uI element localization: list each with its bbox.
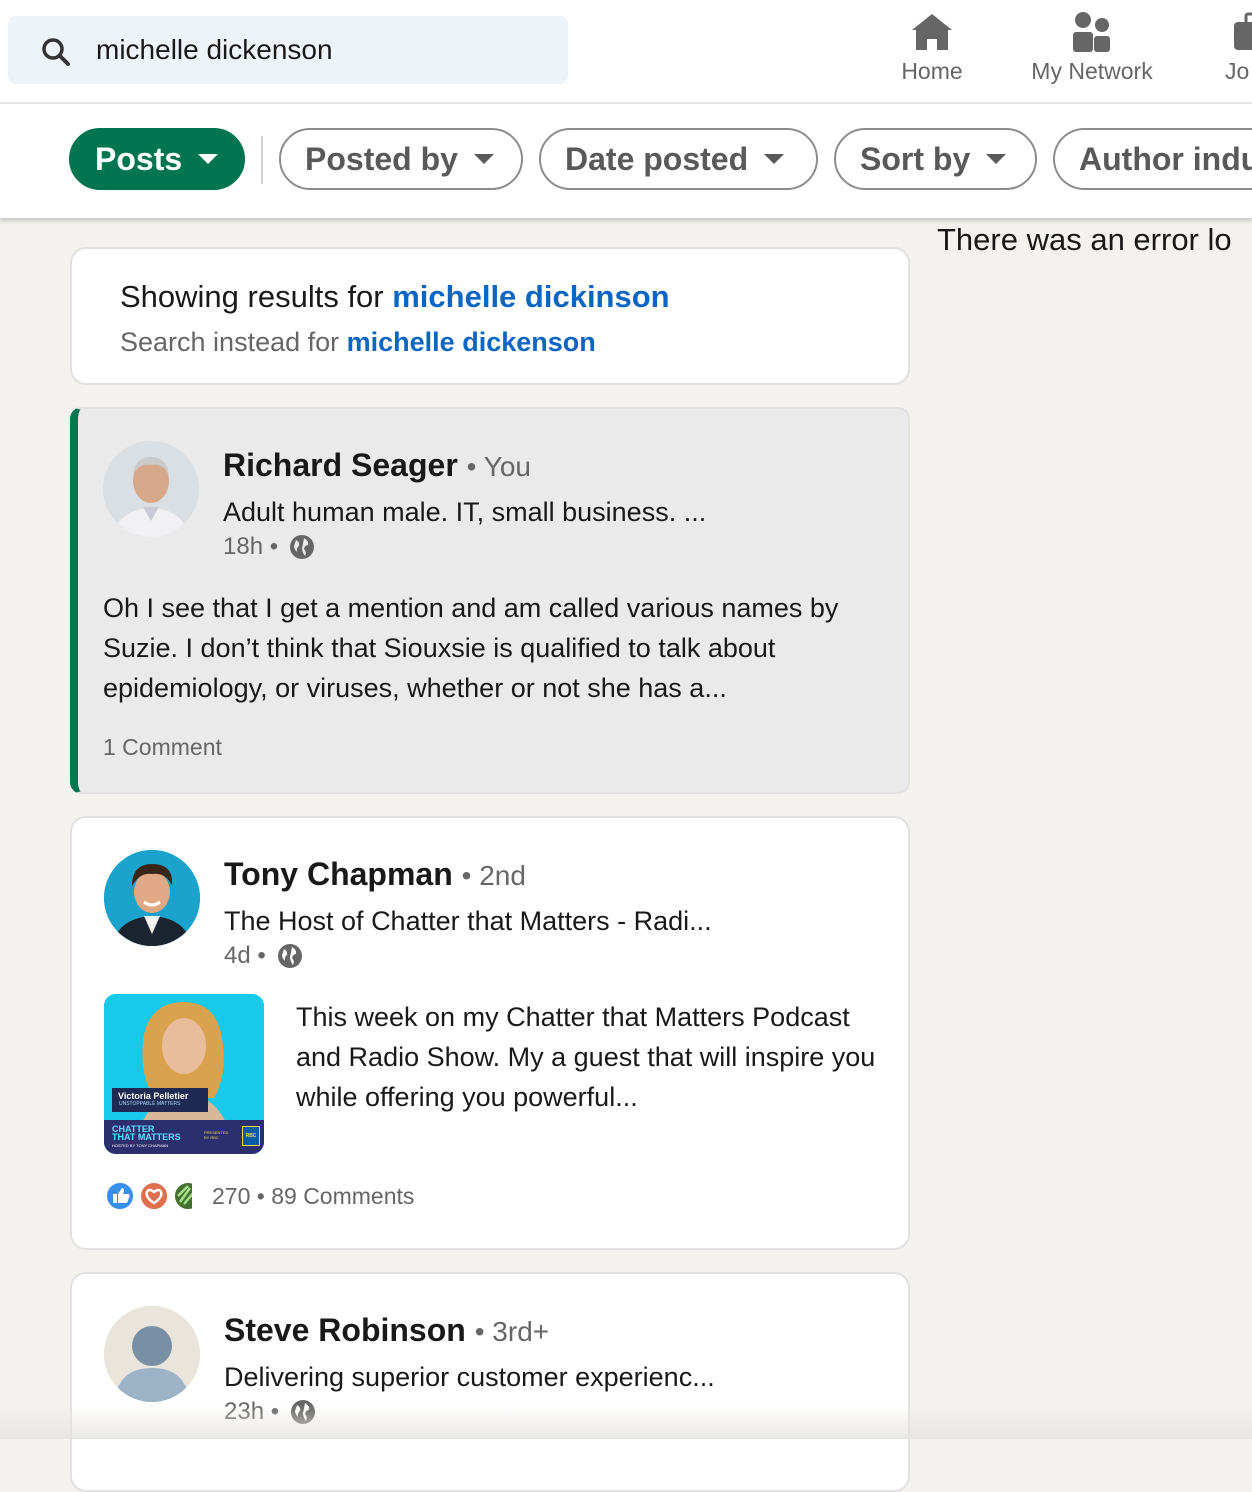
post-card[interactable]: Tony Chapman • 2nd The Host of Chatter t… xyxy=(70,816,910,1250)
degree-label: 2nd xyxy=(479,860,526,891)
post-thumbnail[interactable]: Victoria Pelletier UNSTOPPABLE MATTERS C… xyxy=(104,994,264,1154)
like-reaction-icon xyxy=(105,1181,135,1211)
globe-icon xyxy=(291,1400,316,1424)
home-icon xyxy=(912,14,952,50)
search-instead-line: Search instead for michelle dickenson xyxy=(120,327,596,358)
filter-author-industry-label: Author indu xyxy=(1079,140,1252,177)
network-icon xyxy=(1073,12,1110,52)
filter-date-posted-label: Date posted xyxy=(565,140,749,177)
reaction-icons xyxy=(105,1181,192,1211)
avatar[interactable] xyxy=(104,1306,200,1402)
show-banner: CHATTER THAT MATTERS HOSTED BY TONY CHAP… xyxy=(104,1120,264,1154)
caret-down-icon xyxy=(764,154,785,164)
connection-degree: • You xyxy=(466,451,531,482)
author-headline: Delivering superior customer experienc..… xyxy=(224,1362,715,1392)
caret-down-icon xyxy=(986,154,1007,164)
post-author[interactable]: Richard Seager • You xyxy=(223,447,531,484)
filter-posts-label: Posts xyxy=(95,140,183,177)
presented-by: PRESENTED BY RBC xyxy=(204,1130,228,1140)
post-meta: 18h • xyxy=(223,533,316,561)
filter-sort-by[interactable]: Sort by xyxy=(834,128,1037,190)
celebrate-reaction-icon xyxy=(173,1181,192,1211)
sponsor-logo: RBC xyxy=(242,1126,260,1146)
post-time: 18h xyxy=(223,533,264,560)
filter-author-industry[interactable]: Author indu xyxy=(1053,128,1252,190)
caret-down-icon xyxy=(473,154,494,164)
filter-posted-by-label: Posted by xyxy=(305,140,458,177)
post-meta: 4d • xyxy=(224,942,304,970)
author-name[interactable]: Tony Chapman xyxy=(224,856,453,892)
author-name[interactable]: Steve Robinson xyxy=(224,1312,466,1348)
post-card[interactable]: Steve Robinson • 3rd+ Delivering superio… xyxy=(70,1272,910,1492)
degree-label: 3rd+ xyxy=(492,1316,550,1347)
post-text[interactable]: Oh I see that I get a mention and am cal… xyxy=(103,588,893,708)
caret-down-icon xyxy=(198,154,219,164)
connection-degree: • 2nd xyxy=(461,860,526,891)
search-bar[interactable] xyxy=(8,16,568,84)
filter-posted-by[interactable]: Posted by xyxy=(279,128,523,190)
top-nav: Home My Network Jo xyxy=(0,0,1252,104)
search-instead-prefix: Search instead for xyxy=(120,327,347,357)
social-counts[interactable]: 270 • 89 Comments xyxy=(104,1180,414,1212)
default-avatar-icon xyxy=(104,1306,200,1402)
author-headline: The Host of Chatter that Matters - Radi.… xyxy=(224,906,712,936)
nav-my-network[interactable]: My Network xyxy=(1022,8,1162,94)
search-icon xyxy=(42,38,70,66)
post-comments-count[interactable]: 1 Comment xyxy=(103,734,222,761)
show-title-line2: THAT MATTERS xyxy=(112,1132,181,1142)
nav-jobs[interactable]: Jo xyxy=(1222,8,1252,94)
post-card[interactable]: Richard Seager • You Adult human male. I… xyxy=(70,407,910,794)
reactions-count[interactable]: 270 xyxy=(212,1183,250,1210)
filter-sort-by-label: Sort by xyxy=(860,140,971,177)
original-query-link[interactable]: michelle dickenson xyxy=(347,327,596,357)
author-headline: Adult human male. IT, small business. ..… xyxy=(223,497,707,527)
filter-posts[interactable]: Posts xyxy=(69,128,245,190)
filter-date-posted[interactable]: Date posted xyxy=(539,128,818,190)
avatar[interactable] xyxy=(103,441,199,537)
author-name[interactable]: Richard Seager xyxy=(223,447,458,483)
guest-name-plate: Victoria Pelletier UNSTOPPABLE MATTERS xyxy=(112,1088,208,1112)
post-meta: 23h • xyxy=(224,1398,317,1426)
search-filter-bar: Posts Posted by Date posted Sort by Auth… xyxy=(0,104,1252,218)
guest-tagline: UNSTOPPABLE MATTERS xyxy=(119,1101,181,1107)
nav-jobs-label: Jo xyxy=(1225,58,1250,84)
search-input[interactable] xyxy=(96,30,536,70)
post-author[interactable]: Steve Robinson • 3rd+ xyxy=(224,1312,549,1349)
briefcase-icon xyxy=(1234,12,1252,50)
show-host: HOSTED BY TONY CHAPMAN xyxy=(112,1143,169,1148)
connection-degree: • 3rd+ xyxy=(474,1316,550,1347)
profile-photo xyxy=(103,441,199,537)
love-reaction-icon xyxy=(139,1181,169,1211)
show-title: CHATTER THAT MATTERS xyxy=(112,1125,181,1142)
post-text[interactable]: This week on my Chatter that Matters Pod… xyxy=(296,997,896,1117)
degree-label: You xyxy=(483,451,531,482)
filter-divider xyxy=(261,136,263,184)
profile-photo xyxy=(104,850,200,946)
spelling-correction-card: Showing results for michelle dickinson S… xyxy=(70,247,910,385)
nav-home-label: Home xyxy=(901,58,963,84)
comments-count[interactable]: 89 Comments xyxy=(271,1183,414,1210)
rail-error-message: There was an error lo xyxy=(937,222,1232,257)
showing-results-line: Showing results for michelle dickinson xyxy=(120,279,670,315)
showing-results-prefix: Showing results for xyxy=(120,279,393,314)
nav-home[interactable]: Home xyxy=(890,8,974,94)
post-time: 4d xyxy=(224,942,251,969)
globe-icon xyxy=(277,944,302,968)
corrected-query-link[interactable]: michelle dickinson xyxy=(392,279,669,314)
globe-icon xyxy=(290,535,315,559)
post-time: 23h xyxy=(224,1398,265,1425)
guest-name: Victoria Pelletier xyxy=(118,1091,189,1101)
post-author[interactable]: Tony Chapman • 2nd xyxy=(224,856,526,893)
nav-my-network-label: My Network xyxy=(1031,58,1153,84)
avatar[interactable] xyxy=(104,850,200,946)
presented-line2: BY RBC xyxy=(204,1135,219,1140)
